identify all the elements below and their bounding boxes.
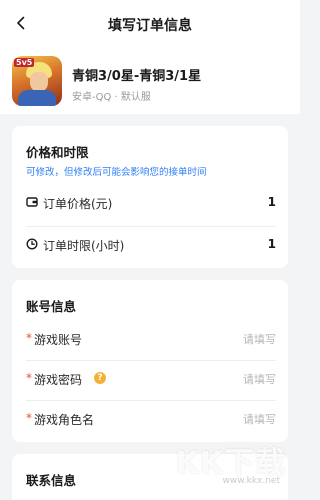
price-section-hint: 可修改，但修改后可能会影响您的接单时间 <box>26 167 207 178</box>
game-password-field[interactable]: * 游戏密码 ? 请填写 <box>26 360 276 400</box>
price-time-card: 价格和时限 可修改，但修改后可能会影响您的接单时间 订单价格(元) 1 订单时限… <box>12 126 288 268</box>
order-time-limit-row[interactable]: 订单时限(小时) 1 <box>26 226 276 266</box>
order-form-page: 填写订单信息 5v5 青铜3/0星-青铜3/1星 安卓-QQ · 默认服 价格和… <box>0 0 300 500</box>
help-icon[interactable]: ? <box>94 372 106 384</box>
game-thumbnail: 5v5 <box>12 56 62 106</box>
price-section-title: 价格和时限 <box>26 145 89 160</box>
contact-section-title: 联系信息 <box>26 473 77 488</box>
top-nav-bar: 填写订单信息 <box>0 0 300 48</box>
order-time-limit-value[interactable]: 1 <box>268 237 276 251</box>
game-account-input[interactable]: 请填写 <box>243 331 276 347</box>
required-mark: * <box>26 331 32 345</box>
game-account-field[interactable]: * 游戏账号 请填写 <box>26 320 276 360</box>
page-title: 填写订单信息 <box>108 18 192 34</box>
order-server-subtitle: 安卓-QQ · 默认服 <box>72 92 151 103</box>
order-rank-title: 青铜3/0星-青铜3/1星 <box>72 69 202 84</box>
game-role-name-label: 游戏角色名 <box>34 413 95 427</box>
required-mark: * <box>26 411 32 425</box>
game-account-label: 游戏账号 <box>34 333 83 347</box>
account-info-card: 账号信息 * 游戏账号 请填写 * 游戏密码 ? 请填写 * 游戏角色名 请填写 <box>12 280 288 442</box>
order-price-row[interactable]: 订单价格(元) 1 <box>26 184 276 224</box>
order-price-label: 订单价格(元) <box>43 197 113 211</box>
game-role-name-field[interactable]: * 游戏角色名 请填写 <box>26 400 276 440</box>
game-password-input[interactable]: 请填写 <box>243 371 276 387</box>
game-role-name-input[interactable]: 请填写 <box>243 411 276 427</box>
clock-icon <box>26 238 38 250</box>
required-mark: * <box>26 371 32 385</box>
game-password-label: 游戏密码 <box>34 373 83 387</box>
wallet-icon <box>26 197 38 207</box>
watermark: KK下载 www.kkx.net <box>154 436 294 496</box>
game-info-header: 5v5 青铜3/0星-青铜3/1星 安卓-QQ · 默认服 <box>0 48 300 114</box>
game-mode-badge: 5v5 <box>14 58 35 67</box>
account-section-title: 账号信息 <box>26 299 77 314</box>
order-time-limit-label: 订单时限(小时) <box>43 239 125 253</box>
watermark-url: www.kkx.net <box>222 476 281 486</box>
order-price-value[interactable]: 1 <box>268 195 276 209</box>
